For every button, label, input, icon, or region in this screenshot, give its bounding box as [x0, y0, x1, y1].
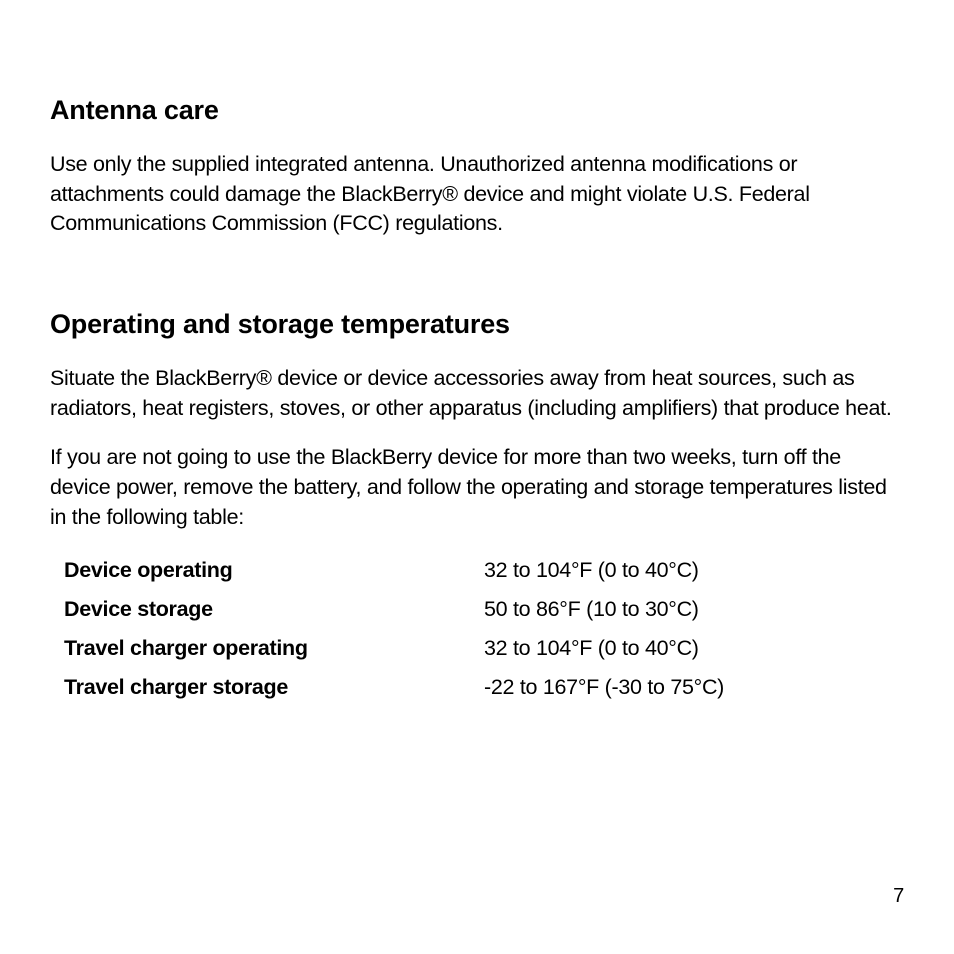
- paragraph-temperatures-intro: Situate the BlackBerry® device or device…: [50, 364, 904, 423]
- page-number: 7: [893, 885, 904, 908]
- temp-value-travel-charger-storage: -22 to 167°F (-30 to 75°C): [484, 675, 724, 700]
- heading-operating-storage-temperatures: Operating and storage temperatures: [50, 309, 904, 340]
- table-row: Travel charger operating 32 to 104°F (0 …: [64, 636, 904, 661]
- temp-value-device-operating: 32 to 104°F (0 to 40°C): [484, 558, 699, 583]
- paragraph-temperatures-instructions: If you are not going to use the BlackBer…: [50, 443, 904, 532]
- table-row: Travel charger storage -22 to 167°F (-30…: [64, 675, 904, 700]
- temp-value-device-storage: 50 to 86°F (10 to 30°C): [484, 597, 699, 622]
- temperature-table: Device operating 32 to 104°F (0 to 40°C)…: [50, 558, 904, 700]
- temp-value-travel-charger-operating: 32 to 104°F (0 to 40°C): [484, 636, 699, 661]
- paragraph-antenna-care: Use only the supplied integrated antenna…: [50, 150, 904, 239]
- table-row: Device operating 32 to 104°F (0 to 40°C): [64, 558, 904, 583]
- temp-label-travel-charger-operating: Travel charger operating: [64, 636, 484, 661]
- temp-label-device-storage: Device storage: [64, 597, 484, 622]
- temp-label-travel-charger-storage: Travel charger storage: [64, 675, 484, 700]
- section-divider: [50, 259, 904, 309]
- table-row: Device storage 50 to 86°F (10 to 30°C): [64, 597, 904, 622]
- temp-label-device-operating: Device operating: [64, 558, 484, 583]
- heading-antenna-care: Antenna care: [50, 95, 904, 126]
